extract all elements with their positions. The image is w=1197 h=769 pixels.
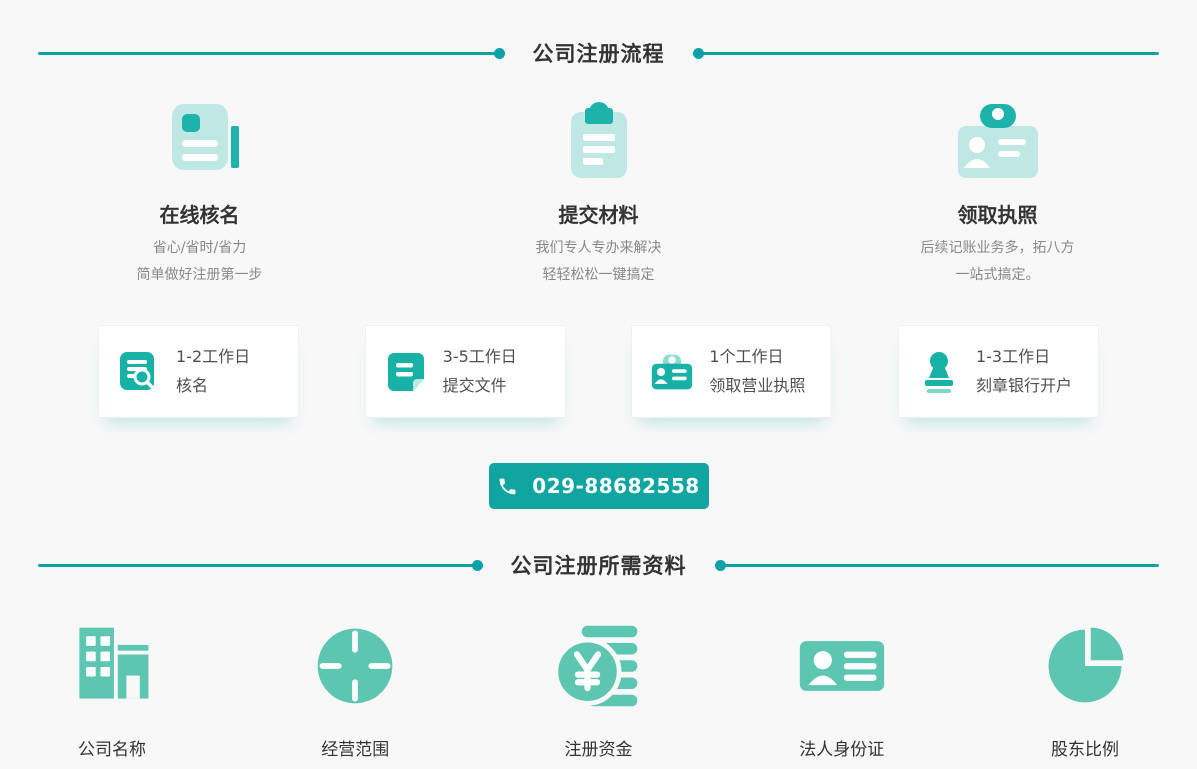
step-receive-license: 领取执照 后续记账业务多，拓八方 一站式搞定。 — [798, 102, 1197, 289]
duration-value: 1-3工作日 — [976, 347, 1072, 367]
section-title-materials: 公司注册所需资料 — [38, 552, 1159, 578]
duration-label: 核名 — [176, 376, 250, 396]
materials-section-title: 公司注册所需资料 — [511, 550, 687, 580]
step-title: 在线核名 — [0, 199, 399, 228]
company-building-icon — [66, 620, 158, 712]
duration-label: 提交文件 — [443, 376, 517, 396]
step-description: 省心/省时/省力 简单做好注册第一步 — [0, 235, 399, 289]
duration-value: 1个工作日 — [709, 347, 805, 367]
divider-line-right — [715, 564, 1160, 567]
duration-value: 1-2工作日 — [176, 347, 250, 367]
material-item-legal-person-id: 法人身份证 — [762, 620, 922, 760]
submit-file-icon — [384, 350, 428, 394]
materials-items-row: 公司名称 经营范围 — [0, 620, 1197, 760]
step-title: 提交材料 — [399, 199, 798, 228]
duration-card-name-check: 1-2工作日 核名 — [98, 325, 299, 418]
step-desc-line: 简单做好注册第一步 — [0, 262, 399, 289]
step-description: 后续记账业务多，拓八方 一站式搞定。 — [798, 235, 1197, 289]
duration-card-text: 1-2工作日 核名 — [176, 347, 250, 396]
divider-line-left — [38, 564, 483, 567]
duration-card-submit-files: 3-5工作日 提交文件 — [365, 325, 566, 418]
duration-card-stamp-bank: 1-3工作日 刻章银行开户 — [898, 325, 1099, 418]
step-online-name-check: 在线核名 省心/省时/省力 简单做好注册第一步 — [0, 102, 399, 289]
step-desc-line: 我们专人专办来解决 — [399, 235, 798, 262]
business-scope-icon — [309, 620, 401, 712]
divider-line-right — [693, 52, 1160, 55]
clipboard-icon — [399, 102, 798, 182]
step-desc-line: 后续记账业务多，拓八方 — [798, 235, 1197, 262]
process-steps-row: 在线核名 省心/省时/省力 简单做好注册第一步 — [0, 102, 1197, 289]
material-label: 注册资金 — [565, 735, 633, 760]
material-item-company-name: 公司名称 — [32, 620, 192, 760]
material-label: 经营范围 — [321, 735, 389, 760]
duration-value: 3-5工作日 — [443, 347, 517, 367]
material-label: 公司名称 — [78, 735, 146, 760]
duration-card-text: 3-5工作日 提交文件 — [443, 347, 517, 396]
duration-label: 刻章银行开户 — [976, 376, 1072, 396]
duration-card-business-license: 1个工作日 领取营业执照 — [631, 325, 832, 418]
duration-cards-row: 1-2工作日 核名 3-5工作日 提交文件 — [98, 325, 1099, 418]
step-desc-line: 省心/省时/省力 — [0, 235, 399, 262]
share-ratio-icon — [1039, 620, 1131, 712]
divider-line-left — [38, 52, 505, 55]
section-title-process: 公司注册流程 — [38, 40, 1159, 66]
duration-label: 领取营业执照 — [709, 376, 805, 396]
material-item-business-scope: 经营范围 — [275, 620, 435, 760]
step-desc-line: 轻轻松松一键搞定 — [399, 262, 798, 289]
material-label: 法人身份证 — [799, 735, 884, 760]
registered-capital-icon — [553, 620, 645, 712]
material-item-shareholder-ratio: 股东比例 — [1005, 620, 1165, 760]
duration-card-text: 1个工作日 领取营业执照 — [709, 347, 805, 396]
required-materials-section: 公司注册所需资料 — [0, 552, 1197, 760]
license-card-icon — [798, 102, 1197, 182]
stamp-icon — [917, 350, 961, 394]
registration-process-section: 公司注册流程 在线核名 省心/省时/省力 简单做好注册第一步 — [0, 40, 1197, 509]
business-license-icon — [650, 350, 694, 394]
step-description: 我们专人专办来解决 轻轻松松一键搞定 — [399, 235, 798, 289]
legal-id-icon — [796, 620, 888, 712]
material-label: 股东比例 — [1051, 735, 1119, 760]
search-document-icon — [117, 350, 161, 394]
material-item-registered-capital: 注册资金 — [519, 620, 679, 760]
phone-number: 029-88682558 — [532, 474, 699, 498]
step-desc-line: 一站式搞定。 — [798, 262, 1197, 289]
step-title: 领取执照 — [798, 199, 1197, 228]
step-submit-materials: 提交材料 我们专人专办来解决 轻轻松松一键搞定 — [399, 102, 798, 289]
company-registration-page: 公司注册流程 在线核名 省心/省时/省力 简单做好注册第一步 — [0, 0, 1197, 769]
phone-call-button[interactable]: 029-88682558 — [489, 463, 709, 509]
process-section-title: 公司注册流程 — [533, 38, 665, 68]
phone-icon — [497, 476, 518, 497]
duration-card-text: 1-3工作日 刻章银行开户 — [976, 347, 1072, 396]
news-document-icon — [0, 102, 399, 182]
